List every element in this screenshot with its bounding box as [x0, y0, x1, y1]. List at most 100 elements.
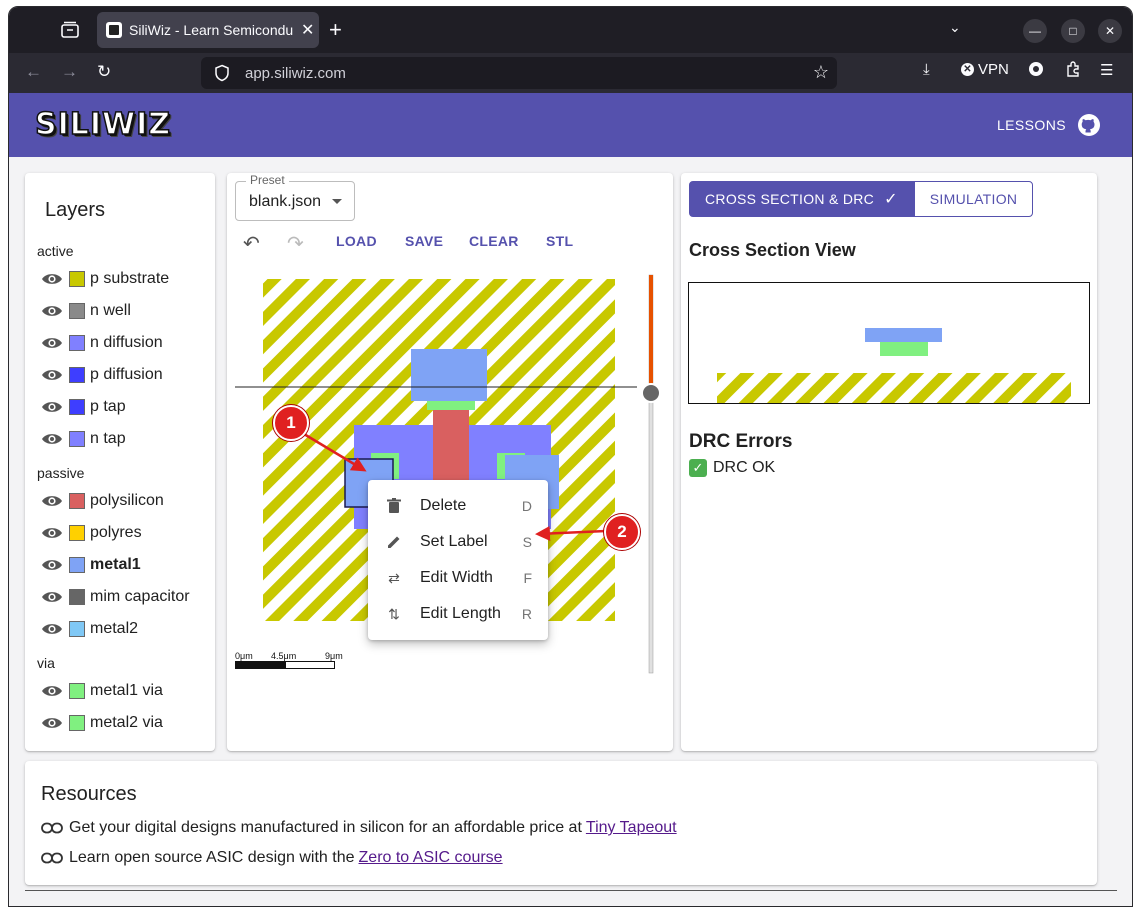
layer-name: metal1 [90, 556, 141, 573]
clear-button[interactable]: CLEAR [469, 233, 519, 249]
eye-icon[interactable] [41, 622, 63, 636]
forward-arrow-icon[interactable]: → [61, 62, 78, 82]
eye-icon[interactable] [41, 558, 63, 572]
eye-icon[interactable] [41, 716, 63, 730]
lessons-button[interactable]: LESSONS [997, 117, 1066, 133]
eye-icon[interactable] [41, 272, 63, 286]
slider-thumb[interactable] [641, 383, 661, 403]
scale-bar: 0μm 4.5μm 9μm [235, 651, 343, 671]
menu-item-delete-label: Delete [420, 497, 467, 514]
scale-0: 0μm [235, 651, 253, 661]
layer-color-swatch [69, 303, 85, 319]
menu-item-set-label-label: Set Label [420, 533, 488, 550]
layer-row-p-diffusion[interactable]: p diffusion [41, 365, 163, 385]
url-bar[interactable]: app.siliwiz.com ☆ [201, 57, 837, 89]
check-box-icon: ✓ [689, 459, 707, 477]
shortcut-f: F [523, 570, 532, 586]
extension-circle-icon[interactable] [1028, 61, 1044, 77]
layer-row-metal2[interactable]: metal2 [41, 619, 138, 639]
layer-row-metal1-via[interactable]: metal1 via [41, 681, 163, 701]
annotation-marker-1: 1 [273, 405, 309, 441]
undo-icon[interactable]: ↶ [243, 231, 260, 256]
editor-panel: Preset blank.json ↶ ↷ LOAD SAVE CLEAR ST… [227, 173, 673, 751]
eye-icon[interactable] [41, 494, 63, 508]
redo-icon[interactable]: ↷ [287, 231, 304, 256]
tab-cross-section-drc[interactable]: CROSS SECTION & DRC ✓ [689, 181, 914, 217]
swap-horizontal-icon: ⇄ [388, 569, 400, 586]
app-header: SILIWIZ LESSONS [9, 93, 1132, 157]
layer-row-n-diffusion[interactable]: n diffusion [41, 333, 163, 353]
layer-row-metal1[interactable]: metal1 [41, 555, 141, 575]
siliwiz-logo[interactable]: SILIWIZ [34, 106, 171, 143]
layer-color-swatch [69, 399, 85, 415]
resources-title: Resources [41, 783, 137, 805]
layers-title: Layers [45, 199, 106, 221]
drc-errors-title: DRC Errors [689, 431, 793, 452]
browser-window: SiliWiz - Learn Semiconductor ✕ + ⌄ — □ … [8, 6, 1133, 907]
menu-item-edit-width[interactable]: ⇄ Edit Width F [368, 560, 548, 596]
eye-icon[interactable] [41, 684, 63, 698]
layer-row-n-tap[interactable]: n tap [41, 429, 126, 449]
tab-siliwiz[interactable]: SiliWiz - Learn Semiconductor ✕ [97, 12, 319, 48]
url-text[interactable]: app.siliwiz.com [245, 65, 346, 82]
save-button[interactable]: SAVE [405, 233, 443, 249]
layer-row-polysilicon[interactable]: polysilicon [41, 491, 164, 511]
stl-button[interactable]: STL [546, 233, 573, 249]
menu-item-edit-length[interactable]: ⇅ Edit Length R [368, 596, 548, 632]
page: SILIWIZ LESSONS Layers active p substrat… [9, 93, 1132, 906]
preset-select[interactable]: Preset blank.json [235, 173, 355, 221]
menu-item-set-label[interactable]: Set Label S [368, 524, 548, 560]
cross-section-panel: CROSS SECTION & DRC ✓ SIMULATION Cross S… [681, 173, 1097, 751]
eye-icon[interactable] [41, 590, 63, 604]
layer-color-swatch [69, 557, 85, 573]
cs-via [880, 342, 928, 356]
tab-title: SiliWiz - Learn Semiconductor [129, 22, 293, 38]
layer-row-polyres[interactable]: polyres [41, 523, 142, 543]
layer-color-swatch [69, 367, 85, 383]
layer-color-swatch [69, 589, 85, 605]
preset-label: Preset [246, 173, 289, 187]
github-icon[interactable] [1077, 113, 1101, 137]
layer-name: polysilicon [90, 492, 164, 509]
bookmark-star-icon[interactable]: ☆ [813, 62, 829, 83]
pencil-icon [384, 534, 404, 550]
download-icon[interactable]: ⤓ [923, 61, 930, 78]
tiny-tapeout-link[interactable]: Tiny Tapeout [586, 819, 677, 837]
minimize-button[interactable]: — [1023, 19, 1047, 43]
eye-icon[interactable] [41, 432, 63, 446]
eye-icon[interactable] [41, 336, 63, 350]
maximize-button[interactable]: □ [1061, 19, 1085, 43]
vpn-button[interactable]: ✕ VPN [961, 61, 1009, 78]
shortcut-s: S [522, 534, 532, 550]
layer-row-metal2-via[interactable]: metal2 via [41, 713, 163, 733]
layer-row-p-substrate[interactable]: p substrate [41, 269, 169, 289]
zero-to-asic-link[interactable]: Zero to ASIC course [359, 849, 503, 867]
group-via-label: via [37, 655, 55, 671]
cross-section-title: Cross Section View [689, 240, 856, 260]
tab-simulation[interactable]: SIMULATION [913, 181, 1034, 217]
eye-icon[interactable] [41, 526, 63, 540]
menu-hamburger-icon[interactable]: ☰ [1100, 61, 1113, 79]
tab-overview-icon[interactable] [59, 19, 81, 41]
menu-item-delete[interactable]: Delete D [368, 488, 548, 524]
list-tabs-chevron-icon[interactable]: ⌄ [949, 19, 961, 36]
metal1-top[interactable] [411, 349, 487, 401]
reload-icon[interactable]: ↻ [97, 62, 111, 82]
layer-row-mim-capacitor[interactable]: mim capacitor [41, 587, 190, 607]
navigation-bar: ← → ↻ app.siliwiz.com ☆ ⤓ ✕ VPN ☰ [9, 53, 1132, 93]
eye-icon[interactable] [41, 400, 63, 414]
eye-icon[interactable] [41, 368, 63, 382]
load-button[interactable]: LOAD [336, 233, 377, 249]
layer-row-n-well[interactable]: n well [41, 301, 131, 321]
group-passive-label: passive [37, 465, 85, 481]
vpn-off-icon: ✕ [961, 63, 974, 76]
close-window-button[interactable]: ✕ [1098, 19, 1122, 43]
eye-icon[interactable] [41, 304, 63, 318]
back-arrow-icon[interactable]: ← [25, 62, 42, 82]
extensions-puzzle-icon[interactable] [1065, 61, 1081, 77]
new-tab-button[interactable]: + [329, 17, 342, 43]
annotation-marker-2: 2 [604, 514, 640, 550]
layer-row-p-tap[interactable]: p tap [41, 397, 126, 417]
tab-close-icon[interactable]: ✕ [301, 20, 314, 40]
preset-value: blank.json [249, 193, 322, 210]
